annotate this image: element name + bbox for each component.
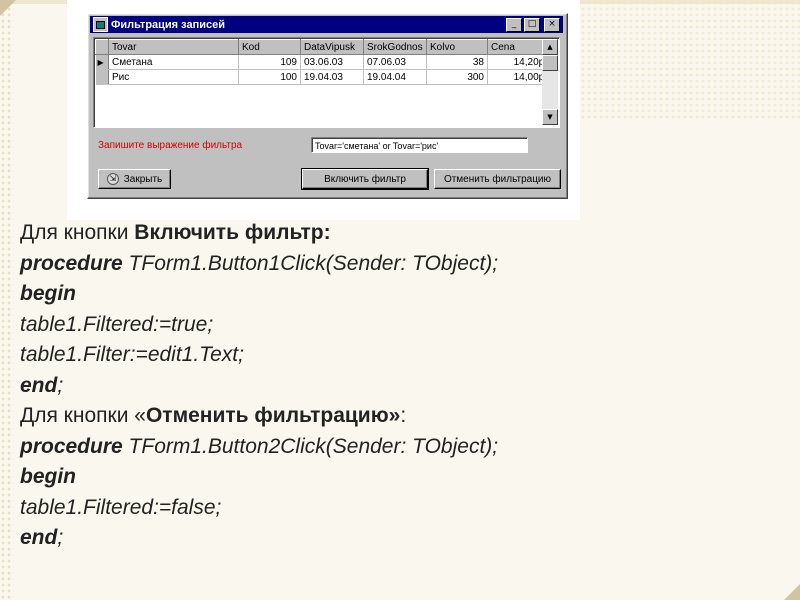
table-cell[interactable]: 300	[426, 69, 488, 85]
keyword: end	[20, 373, 58, 397]
data-grid[interactable]: Tovar Kod DataVipusk SrokGodnos Kolvo Ce…	[93, 37, 560, 128]
window-titlebar[interactable]: Фильтрация записей _ □ ×	[90, 16, 563, 33]
row-indicator: ▶	[95, 54, 109, 70]
table-cell[interactable]: 109	[238, 54, 301, 70]
scroll-up-arrow-icon[interactable]: ▲	[542, 39, 558, 55]
table-cell[interactable]: 03.06.03	[300, 54, 364, 70]
close-button-label: Закрыть	[123, 173, 163, 185]
code-fragment: TForm1.Button1Click(Sender: TObject);	[122, 251, 499, 275]
column-header-datavipusk[interactable]: DataVipusk	[300, 39, 364, 55]
text-fragment: Для кнопки «	[20, 404, 146, 427]
text-fragment-bold: Включить фильтр:	[134, 221, 331, 244]
column-header-tovar[interactable]: Tovar	[108, 39, 239, 55]
text-line: Для кнопки «Отменить фильтрацию»:	[20, 401, 780, 432]
text-fragment: :	[400, 404, 407, 427]
slide-left-pattern	[0, 0, 14, 600]
close-window-button[interactable]: ×	[544, 17, 560, 32]
screenshot-frame: Фильтрация записей _ □ × Tovar Kod DataV…	[67, 0, 580, 220]
window-title: Фильтрация записей	[111, 18, 226, 31]
slide-corner-bottom-right	[784, 584, 800, 600]
door-exit-icon: ⇲	[106, 173, 119, 185]
column-header-srokgodnos[interactable]: SrokGodnos	[363, 39, 427, 55]
table-row[interactable]: ▶ Сметана 109 03.06.03 07.06.03 38 14,20…	[95, 54, 551, 70]
table-cell[interactable]: 100	[238, 69, 301, 85]
table-row[interactable]: Рис 100 19.04.03 19.04.04 300 14,00р.	[95, 69, 551, 85]
filter-expression-input[interactable]: Tovar='сметана' or Tovar='рис'	[311, 137, 528, 153]
code-line: begin	[20, 465, 76, 488]
code-fragment: ;	[57, 373, 64, 397]
slide-corner-top-left	[0, 0, 16, 16]
code-line: procedure TForm1.Button1Click(Sender: TO…	[20, 249, 780, 280]
code-line: table1.Filtered:=true;	[20, 312, 214, 336]
table-cell[interactable]: 07.06.03	[363, 54, 427, 70]
table-cell[interactable]: 19.04.04	[363, 69, 427, 85]
table-cell[interactable]: Сметана	[108, 54, 239, 70]
apply-filter-button[interactable]: Включить фильтр	[301, 168, 429, 190]
slide-body-text: Для кнопки Включить фильтр: procedure TF…	[20, 218, 780, 554]
code-fragment: TForm1.Button2Click(Sender: TObject);	[122, 434, 499, 458]
maximize-button[interactable]: □	[524, 17, 540, 32]
app-icon[interactable]	[93, 17, 108, 32]
text-fragment-bold: Отменить фильтрацию»	[145, 404, 401, 427]
column-header-kolvo[interactable]: Kolvo	[426, 39, 488, 55]
vertical-scrollbar[interactable]: ▲ ▼	[542, 39, 558, 125]
filter-window: Фильтрация записей _ □ × Tovar Kod DataV…	[87, 13, 568, 199]
code-fragment: ;	[57, 526, 64, 549]
scroll-thumb[interactable]	[542, 55, 558, 71]
code-line: procedure TForm1.Button2Click(Sender: TO…	[20, 432, 780, 463]
keyword: procedure	[20, 434, 123, 458]
keyword: end	[20, 526, 58, 549]
code-line: end;	[20, 371, 780, 402]
code-line: table1.Filtered:=false;	[20, 495, 222, 519]
text-line: Для кнопки Включить фильтр:	[20, 218, 780, 249]
code-line: table1.Filter:=edit1.Text;	[20, 343, 244, 366]
scroll-down-arrow-icon[interactable]: ▼	[542, 109, 558, 125]
text-fragment: Для кнопки	[20, 221, 135, 244]
close-button[interactable]: ⇲ Закрыть	[98, 169, 171, 189]
row-indicator	[95, 69, 109, 85]
grid-header-row: Tovar Kod DataVipusk SrokGodnos Kolvo Ce…	[95, 39, 551, 55]
filter-expression-label: Запишите выражение фильтра	[98, 140, 243, 151]
keyword: procedure	[20, 251, 123, 275]
minimize-button[interactable]: _	[506, 17, 522, 32]
column-header-kod[interactable]: Kod	[238, 39, 301, 55]
cancel-filter-button[interactable]: Отменить фильтрацию	[434, 169, 561, 189]
table-cell[interactable]: Рис	[108, 69, 239, 85]
slide-top-pattern	[580, 0, 800, 120]
table-cell[interactable]: 38	[426, 54, 488, 70]
code-line: end;	[20, 523, 780, 554]
grid-corner	[95, 39, 109, 55]
code-line: begin	[20, 282, 76, 305]
table-cell[interactable]: 19.04.03	[300, 69, 364, 85]
